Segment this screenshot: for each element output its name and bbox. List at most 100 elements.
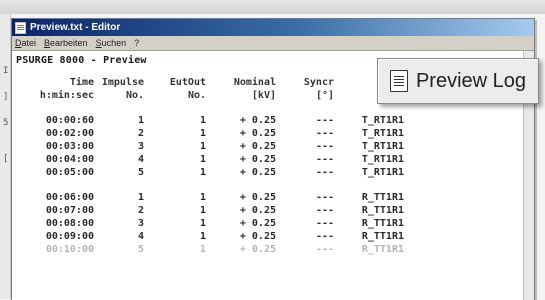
row-time: 00:06:00 xyxy=(45,192,94,203)
header-sync: Syncr xyxy=(303,77,334,88)
row-output: 1 xyxy=(199,205,206,216)
row-impulse: 4 xyxy=(137,154,144,165)
menu-item-bearbeiten[interactable]: Bearbeiten xyxy=(44,38,88,48)
background-window-titlebar xyxy=(0,0,545,14)
row-time: 00:00:60 xyxy=(45,115,94,126)
row-path: R_TT1R1 xyxy=(361,244,404,255)
edge-mark: I xyxy=(3,66,9,76)
header-output-unit: No. xyxy=(187,90,206,101)
edge-mark: ] xyxy=(3,92,9,102)
window-titlebar[interactable]: Preview.txt - Editor xyxy=(12,19,534,36)
row-output: 1 xyxy=(199,115,206,126)
table-row: 00:00:60 1 1 + 0.25 --- T_RT1R1 xyxy=(16,114,534,127)
row-impulse: 1 xyxy=(137,115,144,126)
row-sync: --- xyxy=(315,128,334,139)
row-nominal: + 0.25 xyxy=(239,205,276,216)
row-sync: --- xyxy=(315,192,334,203)
menu-item-help[interactable]: ? xyxy=(134,38,139,48)
row-sync: --- xyxy=(315,231,334,242)
header-nominal: Nominal xyxy=(233,77,276,88)
row-path: R_TT1R1 xyxy=(361,205,404,216)
row-output: 1 xyxy=(199,244,206,255)
row-output: 1 xyxy=(199,192,206,203)
table-row: 00:10:00 5 1 + 0.25 --- R_TT1R1 xyxy=(16,243,534,256)
preview-log-label: Preview Log xyxy=(415,69,527,92)
preview-log-button[interactable]: Preview Log xyxy=(377,58,539,104)
row-time: 00:02:00 xyxy=(45,128,94,139)
row-time: 00:08:00 xyxy=(45,218,94,229)
row-nominal: + 0.25 xyxy=(239,192,276,203)
row-output: 1 xyxy=(199,231,206,242)
row-path: T_RT1R1 xyxy=(361,115,404,126)
table-row: 00:09:00 4 1 + 0.25 --- R_TT1R1 xyxy=(16,230,534,243)
row-path: R_TT1R1 xyxy=(361,192,404,203)
row-sync: --- xyxy=(315,154,334,165)
row-output: 1 xyxy=(199,154,206,165)
header-impulse: Impulse xyxy=(101,77,144,88)
window-title: Preview.txt - Editor xyxy=(30,22,121,33)
row-time: 00:07:00 xyxy=(45,205,94,216)
row-nominal: + 0.25 xyxy=(239,154,276,165)
row-time: 00:03:00 xyxy=(45,141,94,152)
background-window-edge: I ] 5 [ xyxy=(0,14,11,299)
row-sync: --- xyxy=(315,218,334,229)
row-time: 00:09:00 xyxy=(45,231,94,242)
row-nominal: + 0.25 xyxy=(239,244,276,255)
row-path: R_TT1R1 xyxy=(361,231,404,242)
header-nominal-unit: [kV] xyxy=(251,90,276,101)
edge-mark: 5 xyxy=(3,118,9,128)
row-nominal: + 0.25 xyxy=(239,141,276,152)
row-group: 00:06:00 1 1 + 0.25 --- R_TT1R1 00:07:00 2 1 + 0.… xyxy=(16,191,534,256)
row-nominal: + 0.25 xyxy=(239,167,276,178)
table-row: 00:08:00 3 1 + 0.25 --- R_TT1R1 xyxy=(16,217,534,230)
row-group: 00:00:60 1 1 + 0.25 --- T_RT1R1 00:02:00 2 1 + 0.… xyxy=(16,114,534,179)
row-sync: --- xyxy=(315,167,334,178)
row-output: 1 xyxy=(199,141,206,152)
row-path: T_RT1R1 xyxy=(361,128,404,139)
preview-table: 00:00:60 1 1 + 0.25 --- T_RT1R1 00:02:00 2 1 + 0.… xyxy=(16,114,534,256)
header-output: EutOut xyxy=(169,77,206,88)
document-icon xyxy=(389,70,408,92)
row-impulse: 2 xyxy=(137,128,144,139)
menu-bar: Datei Bearbeiten Suchen ? xyxy=(12,36,534,51)
row-time: 00:10:00 xyxy=(45,244,94,255)
row-path: T_RT1R1 xyxy=(361,141,404,152)
header-time-unit: h:min:sec xyxy=(39,90,94,101)
row-sync: --- xyxy=(315,141,334,152)
header-sync-unit: [°] xyxy=(315,90,334,101)
row-impulse: 3 xyxy=(137,141,144,152)
row-sync: --- xyxy=(315,205,334,216)
header-impulse-unit: No. xyxy=(125,90,144,101)
table-row: 00:07:00 2 1 + 0.25 --- R_TT1R1 xyxy=(16,204,534,217)
table-row: 00:05:00 5 1 + 0.25 --- T_RT1R1 xyxy=(16,166,534,179)
row-output: 1 xyxy=(199,167,206,178)
row-impulse: 3 xyxy=(137,218,144,229)
row-impulse: 4 xyxy=(137,231,144,242)
row-sync: --- xyxy=(315,115,334,126)
row-path: T_RT1R1 xyxy=(361,167,404,178)
row-path: T_RT1R1 xyxy=(361,154,404,165)
table-row: 00:06:00 1 1 + 0.25 --- R_TT1R1 xyxy=(16,191,534,204)
row-impulse: 2 xyxy=(137,205,144,216)
notepad-icon[interactable] xyxy=(15,21,26,34)
row-output: 1 xyxy=(199,128,206,139)
table-row: 00:04:00 4 1 + 0.25 --- T_RT1R1 xyxy=(16,153,534,166)
row-time: 00:04:00 xyxy=(45,154,94,165)
row-nominal: + 0.25 xyxy=(239,218,276,229)
row-output: 1 xyxy=(199,218,206,229)
edge-mark: [ xyxy=(3,154,9,164)
table-row: 00:03:00 3 1 + 0.25 --- T_RT1R1 xyxy=(16,140,534,153)
row-path: R_TT1R1 xyxy=(361,218,404,229)
row-impulse: 5 xyxy=(137,244,144,255)
row-nominal: + 0.25 xyxy=(239,115,276,126)
row-sync: --- xyxy=(315,244,334,255)
row-impulse: 1 xyxy=(137,192,144,203)
row-time: 00:05:00 xyxy=(45,167,94,178)
header-time: Time xyxy=(69,77,94,88)
row-impulse: 5 xyxy=(137,167,144,178)
menu-item-datei[interactable]: Datei xyxy=(15,38,36,48)
menu-item-suchen[interactable]: Suchen xyxy=(96,38,127,48)
row-nominal: + 0.25 xyxy=(239,231,276,242)
row-nominal: + 0.25 xyxy=(239,128,276,139)
